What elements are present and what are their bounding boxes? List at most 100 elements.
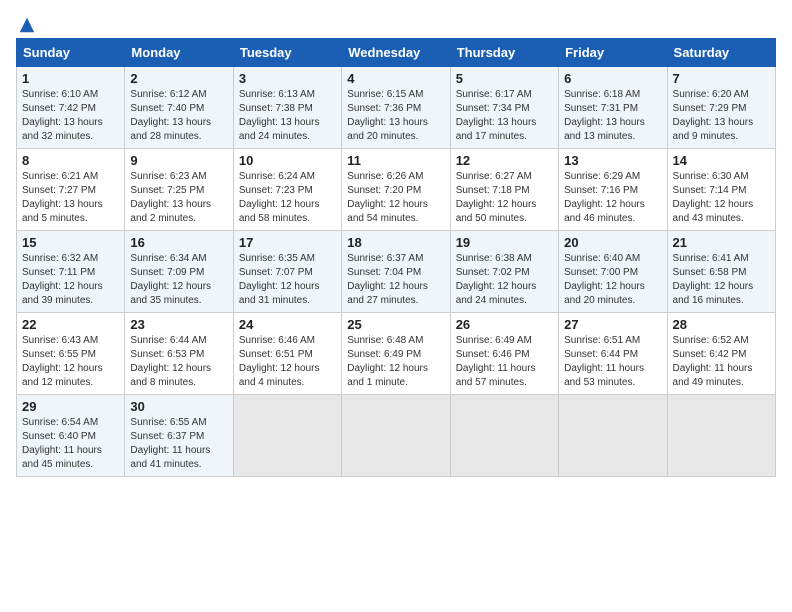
- calendar-header-sunday: Sunday: [17, 39, 125, 67]
- day-number: 23: [130, 317, 227, 332]
- calendar-cell: [667, 395, 775, 477]
- calendar-cell: 9 Sunrise: 6:23 AM Sunset: 7:25 PM Daylig…: [125, 149, 233, 231]
- calendar-header-wednesday: Wednesday: [342, 39, 450, 67]
- calendar-header-friday: Friday: [559, 39, 667, 67]
- calendar-header-monday: Monday: [125, 39, 233, 67]
- logo-icon: [18, 16, 36, 34]
- calendar-cell: 28 Sunrise: 6:52 AM Sunset: 6:42 PM Dayli…: [667, 313, 775, 395]
- day-number: 17: [239, 235, 336, 250]
- day-number: 19: [456, 235, 553, 250]
- calendar-cell: 5 Sunrise: 6:17 AM Sunset: 7:34 PM Daylig…: [450, 67, 558, 149]
- calendar-cell: 21 Sunrise: 6:41 AM Sunset: 6:58 PM Dayli…: [667, 231, 775, 313]
- day-info: Sunrise: 6:30 AM Sunset: 7:14 PM Dayligh…: [673, 170, 770, 226]
- calendar: SundayMondayTuesdayWednesdayThursdayFrid…: [16, 38, 776, 477]
- calendar-week-3: 15 Sunrise: 6:32 AM Sunset: 7:11 PM Dayli…: [17, 231, 776, 313]
- day-info: Sunrise: 6:15 AM Sunset: 7:36 PM Dayligh…: [347, 88, 444, 144]
- calendar-cell: 3Sunrise: 6:13 AM Sunset: 7:38 PM Daylig…: [233, 67, 341, 149]
- day-info: Sunrise: 6:40 AM Sunset: 7:00 PM Dayligh…: [564, 252, 661, 308]
- calendar-week-4: 22 Sunrise: 6:43 AM Sunset: 6:55 PM Dayli…: [17, 313, 776, 395]
- day-info: Sunrise: 6:35 AM Sunset: 7:07 PM Dayligh…: [239, 252, 336, 308]
- day-number: 6: [564, 71, 661, 86]
- day-info: Sunrise: 6:48 AM Sunset: 6:49 PM Dayligh…: [347, 334, 444, 390]
- day-number: 8: [22, 153, 119, 168]
- day-number: 15: [22, 235, 119, 250]
- calendar-cell: 4 Sunrise: 6:15 AM Sunset: 7:36 PM Daylig…: [342, 67, 450, 149]
- calendar-cell: 16Sunrise: 6:34 AM Sunset: 7:09 PM Dayli…: [125, 231, 233, 313]
- day-info: Sunrise: 6:24 AM Sunset: 7:23 PM Dayligh…: [239, 170, 336, 226]
- calendar-cell: 24 Sunrise: 6:46 AM Sunset: 6:51 PM Dayli…: [233, 313, 341, 395]
- day-number: 22: [22, 317, 119, 332]
- day-number: 21: [673, 235, 770, 250]
- day-info: Sunrise: 6:41 AM Sunset: 6:58 PM Dayligh…: [673, 252, 770, 308]
- day-number: 12: [456, 153, 553, 168]
- calendar-cell: 14Sunrise: 6:30 AM Sunset: 7:14 PM Dayli…: [667, 149, 775, 231]
- calendar-cell: 6 Sunrise: 6:18 AM Sunset: 7:31 PM Daylig…: [559, 67, 667, 149]
- day-number: 29: [22, 399, 119, 414]
- calendar-cell: 30 Sunrise: 6:55 AM Sunset: 6:37 PM Dayli…: [125, 395, 233, 477]
- day-number: 27: [564, 317, 661, 332]
- day-number: 1: [22, 71, 119, 86]
- day-number: 25: [347, 317, 444, 332]
- day-info: Sunrise: 6:23 AM Sunset: 7:25 PM Dayligh…: [130, 170, 227, 226]
- calendar-cell: 13 Sunrise: 6:29 AM Sunset: 7:16 PM Dayli…: [559, 149, 667, 231]
- day-number: 5: [456, 71, 553, 86]
- day-info: Sunrise: 6:12 AM Sunset: 7:40 PM Dayligh…: [130, 88, 227, 144]
- day-info: Sunrise: 6:29 AM Sunset: 7:16 PM Dayligh…: [564, 170, 661, 226]
- day-number: 20: [564, 235, 661, 250]
- calendar-cell: 29 Sunrise: 6:54 AM Sunset: 6:40 PM Dayli…: [17, 395, 125, 477]
- calendar-week-2: 8 Sunrise: 6:21 AM Sunset: 7:27 PM Daylig…: [17, 149, 776, 231]
- calendar-cell: 25 Sunrise: 6:48 AM Sunset: 6:49 PM Dayli…: [342, 313, 450, 395]
- logo: [16, 16, 36, 30]
- day-number: 11: [347, 153, 444, 168]
- calendar-cell: [450, 395, 558, 477]
- day-number: 13: [564, 153, 661, 168]
- day-number: 30: [130, 399, 227, 414]
- calendar-week-1: 1Sunrise: 6:10 AM Sunset: 7:42 PM Daylig…: [17, 67, 776, 149]
- day-info: Sunrise: 6:43 AM Sunset: 6:55 PM Dayligh…: [22, 334, 119, 390]
- calendar-cell: 22 Sunrise: 6:43 AM Sunset: 6:55 PM Dayli…: [17, 313, 125, 395]
- calendar-cell: 17 Sunrise: 6:35 AM Sunset: 7:07 PM Dayli…: [233, 231, 341, 313]
- calendar-week-5: 29 Sunrise: 6:54 AM Sunset: 6:40 PM Dayli…: [17, 395, 776, 477]
- header: [16, 16, 776, 30]
- calendar-cell: 12Sunrise: 6:27 AM Sunset: 7:18 PM Dayli…: [450, 149, 558, 231]
- day-info: Sunrise: 6:38 AM Sunset: 7:02 PM Dayligh…: [456, 252, 553, 308]
- day-info: Sunrise: 6:32 AM Sunset: 7:11 PM Dayligh…: [22, 252, 119, 308]
- day-info: Sunrise: 6:21 AM Sunset: 7:27 PM Dayligh…: [22, 170, 119, 226]
- day-number: 4: [347, 71, 444, 86]
- calendar-cell: 19 Sunrise: 6:38 AM Sunset: 7:02 PM Dayli…: [450, 231, 558, 313]
- calendar-cell: 10 Sunrise: 6:24 AM Sunset: 7:23 PM Dayli…: [233, 149, 341, 231]
- day-number: 26: [456, 317, 553, 332]
- day-number: 10: [239, 153, 336, 168]
- day-info: Sunrise: 6:20 AM Sunset: 7:29 PM Dayligh…: [673, 88, 770, 144]
- calendar-cell: 1Sunrise: 6:10 AM Sunset: 7:42 PM Daylig…: [17, 67, 125, 149]
- day-number: 3: [239, 71, 336, 86]
- day-info: Sunrise: 6:37 AM Sunset: 7:04 PM Dayligh…: [347, 252, 444, 308]
- day-info: Sunrise: 6:55 AM Sunset: 6:37 PM Dayligh…: [130, 416, 227, 472]
- day-info: Sunrise: 6:18 AM Sunset: 7:31 PM Dayligh…: [564, 88, 661, 144]
- calendar-cell: 18 Sunrise: 6:37 AM Sunset: 7:04 PM Dayli…: [342, 231, 450, 313]
- calendar-cell: [342, 395, 450, 477]
- day-number: 24: [239, 317, 336, 332]
- calendar-header-saturday: Saturday: [667, 39, 775, 67]
- day-info: Sunrise: 6:17 AM Sunset: 7:34 PM Dayligh…: [456, 88, 553, 144]
- day-number: 2: [130, 71, 227, 86]
- calendar-cell: 7 Sunrise: 6:20 AM Sunset: 7:29 PM Daylig…: [667, 67, 775, 149]
- day-info: Sunrise: 6:46 AM Sunset: 6:51 PM Dayligh…: [239, 334, 336, 390]
- day-info: Sunrise: 6:49 AM Sunset: 6:46 PM Dayligh…: [456, 334, 553, 390]
- day-info: Sunrise: 6:44 AM Sunset: 6:53 PM Dayligh…: [130, 334, 227, 390]
- calendar-cell: 23 Sunrise: 6:44 AM Sunset: 6:53 PM Dayli…: [125, 313, 233, 395]
- calendar-cell: 8 Sunrise: 6:21 AM Sunset: 7:27 PM Daylig…: [17, 149, 125, 231]
- calendar-cell: 26 Sunrise: 6:49 AM Sunset: 6:46 PM Dayli…: [450, 313, 558, 395]
- calendar-cell: [233, 395, 341, 477]
- calendar-cell: 20 Sunrise: 6:40 AM Sunset: 7:00 PM Dayli…: [559, 231, 667, 313]
- calendar-cell: 27Sunrise: 6:51 AM Sunset: 6:44 PM Dayli…: [559, 313, 667, 395]
- day-info: Sunrise: 6:52 AM Sunset: 6:42 PM Dayligh…: [673, 334, 770, 390]
- day-number: 28: [673, 317, 770, 332]
- day-info: Sunrise: 6:54 AM Sunset: 6:40 PM Dayligh…: [22, 416, 119, 472]
- day-number: 18: [347, 235, 444, 250]
- day-number: 7: [673, 71, 770, 86]
- calendar-cell: 15 Sunrise: 6:32 AM Sunset: 7:11 PM Dayli…: [17, 231, 125, 313]
- calendar-header-row: SundayMondayTuesdayWednesdayThursdayFrid…: [17, 39, 776, 67]
- day-number: 9: [130, 153, 227, 168]
- calendar-header-tuesday: Tuesday: [233, 39, 341, 67]
